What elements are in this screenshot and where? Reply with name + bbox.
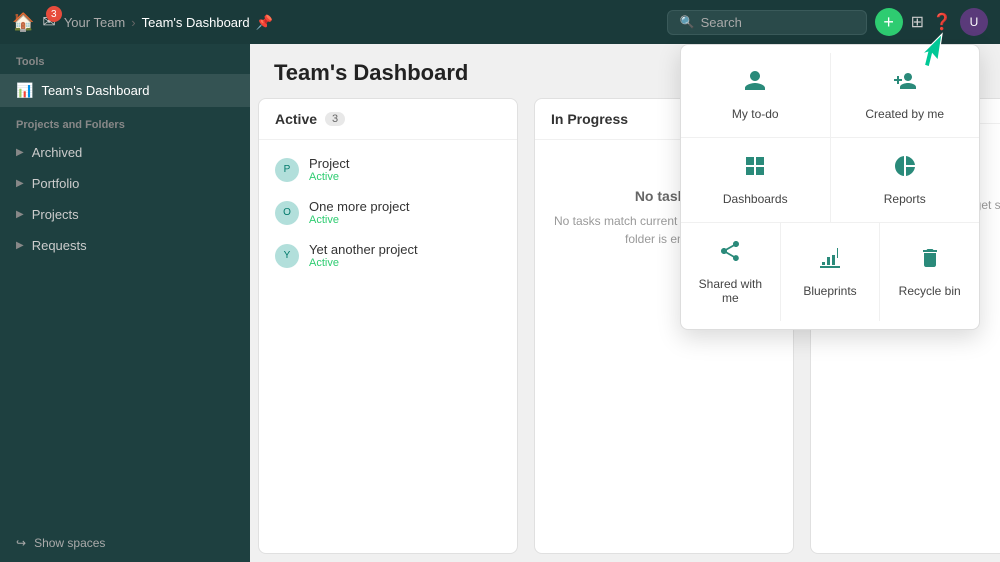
breadcrumb-separator: › [131, 15, 135, 30]
show-spaces-icon: ↪ [16, 536, 26, 550]
dropdown-item-shared-with-me[interactable]: Shared with me [681, 223, 780, 321]
widget-in-progress-title: In Progress [551, 111, 628, 127]
mail-badge-wrapper[interactable]: ✉ 3 [42, 12, 55, 32]
shared-with-me-label: Shared with me [689, 277, 772, 305]
help-icon[interactable]: ❓ [932, 12, 952, 32]
sidebar-item-portfolio[interactable]: ▶ Portfolio [0, 168, 250, 199]
widget-active-title: Active [275, 111, 317, 127]
list-item[interactable]: P Project Active [259, 148, 517, 191]
breadcrumb: Your Team › Team's Dashboard 📌 [64, 14, 273, 31]
sidebar-item-requests[interactable]: ▶ Requests [0, 230, 250, 261]
chevron-projects: ▶ [16, 209, 24, 220]
project-name: Project [309, 156, 349, 171]
my-todo-label: My to-do [732, 107, 779, 121]
nav-actions: + ⊞ ❓ U [875, 8, 988, 36]
project-icon: O [275, 201, 299, 225]
blueprints-icon [818, 246, 842, 276]
dropdown-item-reports[interactable]: Reports [831, 138, 980, 222]
add-button[interactable]: + [875, 8, 903, 36]
sidebar: Tools 📊 Team's Dashboard Projects and Fo… [0, 44, 250, 562]
home-icon[interactable]: 🏠 [12, 12, 34, 33]
requests-label: Requests [32, 238, 87, 253]
search-icon: 🔍 [680, 15, 695, 29]
dashboards-label: Dashboards [723, 192, 788, 206]
reports-icon [893, 154, 917, 184]
sidebar-item-dashboard[interactable]: 📊 Team's Dashboard [0, 74, 250, 107]
chevron-requests: ▶ [16, 240, 24, 251]
widget-active-header: Active 3 [259, 99, 517, 140]
chevron-archived: ▶ [16, 147, 24, 158]
widget-active-count: 3 [325, 112, 345, 126]
show-spaces-button[interactable]: ↪ Show spaces [16, 536, 234, 550]
dropdown-item-blueprints[interactable]: Blueprints [781, 223, 880, 321]
projects-folders-label: Projects and Folders [0, 107, 250, 137]
avatar-initials: U [970, 15, 979, 29]
recycle-bin-label: Recycle bin [899, 284, 961, 298]
project-status: Active [309, 257, 418, 269]
project-info: One more project Active [309, 199, 409, 226]
reports-label: Reports [884, 192, 926, 206]
my-todo-icon [743, 69, 767, 99]
widget-active-body: P Project Active O One more project Acti… [259, 140, 517, 553]
widget-active: Active 3 P Project Active O One mo [258, 98, 518, 554]
dropdown-row-3: Shared with me Blueprints Recycle bin [681, 223, 979, 321]
list-item[interactable]: Y Yet another project Active [259, 234, 517, 277]
dropdown-menu: My to-do Created by me Dashboards Report… [680, 44, 980, 330]
recycle-bin-icon [918, 246, 942, 276]
dropdown-row-2: Dashboards Reports [681, 138, 979, 223]
portfolio-label: Portfolio [32, 176, 80, 191]
sidebar-item-archived[interactable]: ▶ Archived [0, 137, 250, 168]
dropdown-item-recycle-bin[interactable]: Recycle bin [880, 223, 979, 321]
project-info: Project Active [309, 156, 349, 183]
project-icon: Y [275, 244, 299, 268]
show-spaces-label: Show spaces [34, 536, 105, 550]
archived-label: Archived [32, 145, 83, 160]
dropdown-item-created-by-me[interactable]: Created by me [831, 53, 980, 137]
dropdown-item-my-todo[interactable]: My to-do [681, 53, 830, 137]
project-name: Yet another project [309, 242, 418, 257]
sidebar-item-projects[interactable]: ▶ Projects [0, 199, 250, 230]
shared-with-me-icon [718, 239, 742, 269]
dropdown-item-dashboards[interactable]: Dashboards [681, 138, 830, 222]
dashboard-icon: 📊 [16, 82, 33, 99]
search-bar[interactable]: 🔍 Search [667, 10, 867, 35]
project-status: Active [309, 171, 349, 183]
project-status: Active [309, 214, 409, 226]
dashboards-icon [743, 154, 767, 184]
sidebar-bottom: ↪ Show spaces [0, 524, 250, 562]
list-item[interactable]: O One more project Active [259, 191, 517, 234]
pin-icon[interactable]: 📌 [256, 14, 273, 31]
created-by-me-icon [893, 69, 917, 99]
avatar[interactable]: U [960, 8, 988, 36]
top-nav: 🏠 ✉ 3 Your Team › Team's Dashboard 📌 🔍 S… [0, 0, 1000, 44]
project-name: One more project [309, 199, 409, 214]
project-info: Yet another project Active [309, 242, 418, 269]
grid-icon[interactable]: ⊞ [911, 12, 924, 32]
project-icon: P [275, 158, 299, 182]
tools-label: Tools [0, 44, 250, 74]
dropdown-row-1: My to-do Created by me [681, 53, 979, 138]
mail-badge: 3 [46, 6, 62, 22]
breadcrumb-current[interactable]: Team's Dashboard [142, 15, 250, 30]
search-placeholder: Search [701, 15, 742, 30]
projects-label: Projects [32, 207, 79, 222]
breadcrumb-team[interactable]: Your Team [64, 15, 125, 30]
created-by-me-label: Created by me [865, 107, 944, 121]
chevron-portfolio: ▶ [16, 178, 24, 189]
sidebar-dashboard-label: Team's Dashboard [41, 83, 149, 98]
blueprints-label: Blueprints [803, 284, 856, 298]
